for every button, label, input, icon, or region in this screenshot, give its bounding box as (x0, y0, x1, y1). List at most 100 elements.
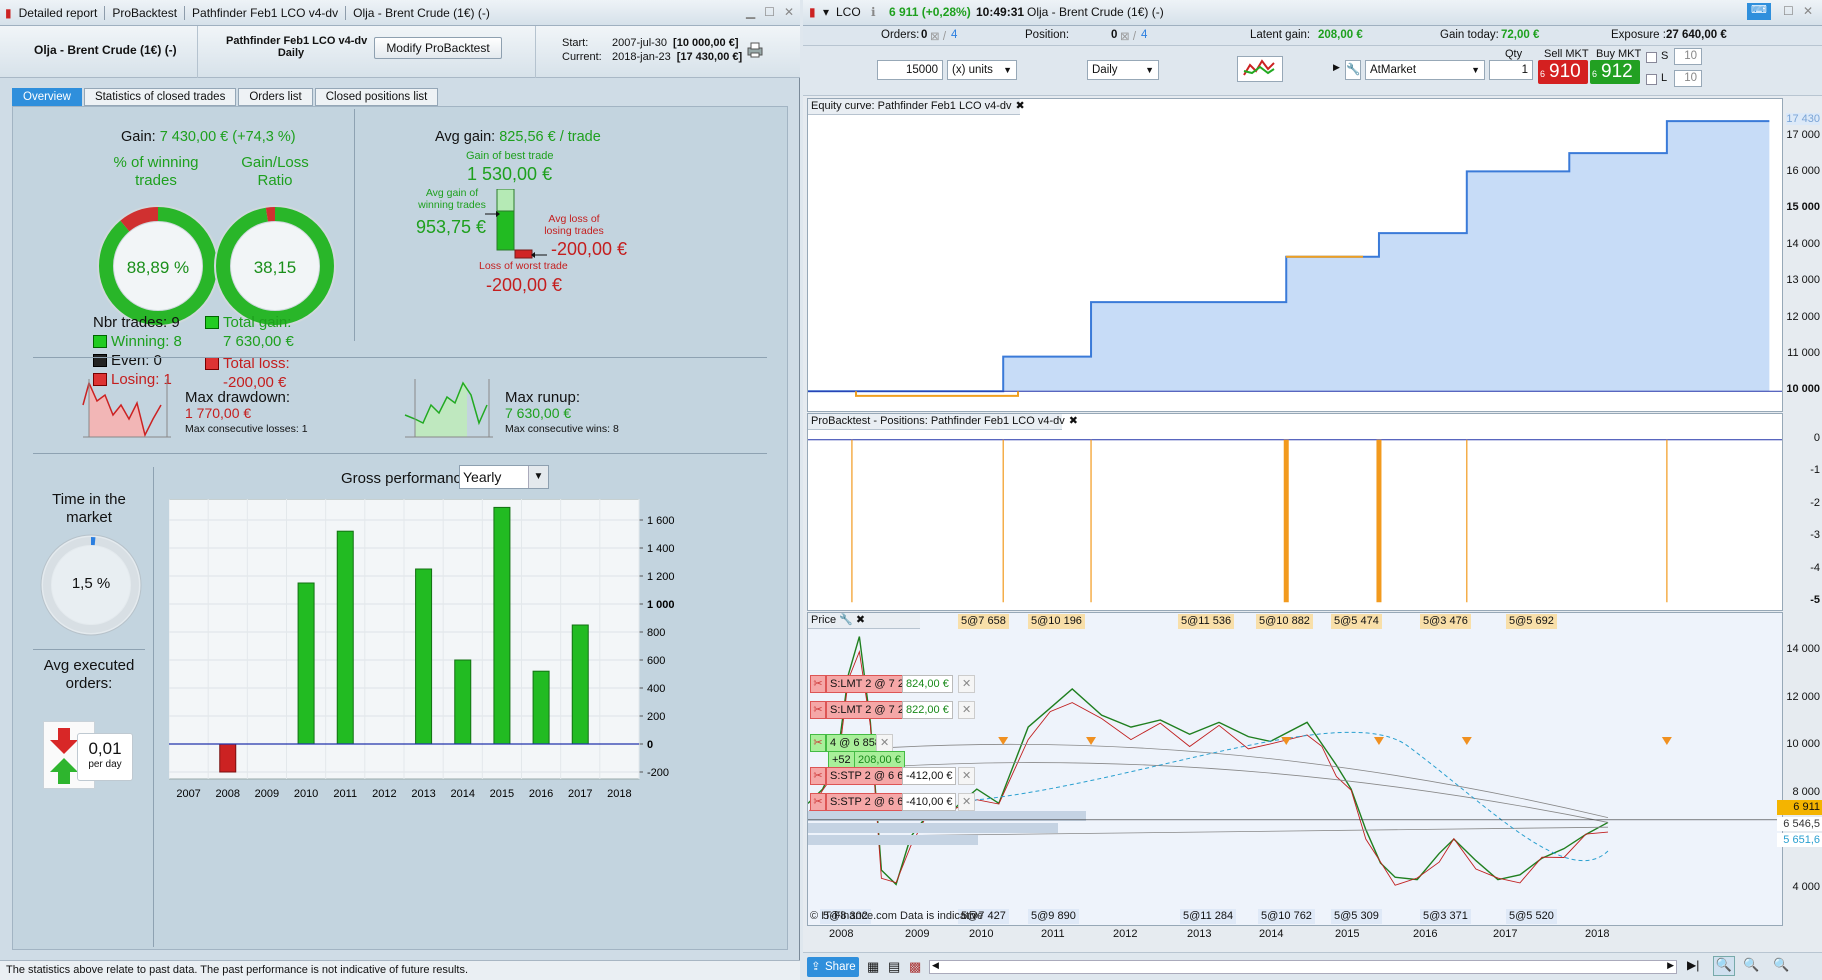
positions-tick-label: 0 (1813, 431, 1820, 444)
chevron-down-icon[interactable]: ▼ (1471, 61, 1480, 79)
ma-fast-tag: 5 651,6 (1777, 833, 1822, 847)
chevron-right-icon[interactable]: ▶ (1333, 62, 1340, 73)
close-icon[interactable]: ✕ (1803, 4, 1813, 18)
chevron-down-icon[interactable]: ▼ (528, 466, 548, 488)
positions-pane: ProBacktest - Positions: Pathfinder Feb1… (807, 413, 1783, 611)
tab-overview[interactable]: Overview (12, 88, 82, 106)
sell-price-prefix: 6 (1540, 69, 1546, 79)
year-tick-label: 2008 (829, 928, 854, 940)
close-icon[interactable]: ✖ (1016, 100, 1025, 112)
drawing-tools-icon[interactable]: ▦ (867, 959, 879, 975)
even-count: Even: 0 (111, 352, 162, 369)
maximize-icon[interactable]: ☐ (1783, 4, 1794, 18)
maximize-icon[interactable]: ☐ (764, 5, 775, 19)
buy-price-prefix: 6 (1592, 69, 1598, 79)
buy-market-button[interactable]: 6 912 (1590, 60, 1640, 84)
drawdown-thumbnail (82, 379, 171, 438)
wrench-icon[interactable]: 🔧 (839, 614, 853, 626)
tab-system-name[interactable]: Pathfinder Feb1 LCO v4-dv (185, 6, 345, 20)
report-subtabs: Overview Statistics of closed trades Ord… (12, 88, 439, 106)
detailed-report-window: ▮ Detailed report ProBacktest Pathfinder… (0, 0, 800, 980)
equity-tick-label: 13 000 (1786, 274, 1820, 287)
modify-probacktest-button[interactable]: Modify ProBacktest (374, 37, 502, 59)
chevron-down-icon[interactable]: ▼ (1145, 61, 1154, 79)
position-bar (1002, 439, 1004, 603)
equity-tick-label: 17 000 (1786, 128, 1820, 141)
tab-closed-positions[interactable]: Closed positions list (314, 88, 439, 106)
zoom-select-icon[interactable]: 🔍 (1713, 956, 1735, 976)
horizontal-scrollbar[interactable]: ◀ ▶ (929, 960, 1677, 974)
sell-market-button[interactable]: 6 910 (1538, 60, 1588, 84)
current-label: Current: (562, 51, 602, 63)
wrench-icon[interactable]: 🔧 (1345, 60, 1361, 80)
ratio-label: Gain/Loss (241, 154, 309, 171)
table-icon[interactable]: ▤ (888, 959, 900, 975)
y-tick-label: 1 600 (647, 515, 675, 527)
year-tick-label: 2015 (1335, 928, 1360, 940)
position-value: 0 (1111, 29, 1118, 41)
qty-input[interactable]: 1 (1489, 60, 1533, 80)
symbol[interactable]: LCO (836, 5, 861, 19)
report-icon: ▮ (5, 5, 12, 20)
position-count[interactable]: 4 (1141, 29, 1147, 41)
layers-icon[interactable]: ▩ (909, 959, 921, 975)
tab-probacktest[interactable]: ProBacktest (105, 6, 184, 20)
limit-checkbox[interactable] (1646, 74, 1657, 85)
share-button[interactable]: ⇪ Share (807, 957, 859, 977)
info-icon[interactable]: ℹ (871, 5, 876, 19)
limit-input[interactable]: 10 (1674, 70, 1702, 87)
runup-thumbnail (404, 379, 493, 438)
chevron-down-icon[interactable]: ▾ (823, 5, 829, 19)
best-trade-value: 1 530,00 € (467, 164, 553, 184)
order-type-select[interactable]: AtMarket ▼ (1365, 60, 1485, 80)
x-tick-label: 2009 (255, 788, 279, 800)
stop-checkbox[interactable] (1646, 52, 1657, 63)
print-icon[interactable] (746, 42, 764, 58)
avg-win-label-2: winning trades (418, 199, 486, 211)
position-bar (1466, 439, 1468, 603)
tab-detailed-report[interactable]: Detailed report (12, 6, 105, 20)
bar-2013 (415, 568, 433, 745)
position-bar (1090, 439, 1092, 603)
max-drawdown-label: Max drawdown: (185, 389, 291, 406)
entry-arrow (998, 737, 1009, 745)
trade-entry-label: 5@10 882 (1256, 614, 1313, 629)
timeframe-select[interactable]: Daily ▼ (1087, 60, 1159, 80)
indicators-icon[interactable] (1237, 56, 1283, 82)
chart-title-bar: ▮ ▾ LCO ℹ 6 911 (+0,28%) 10:49:31 Olja -… (803, 0, 1822, 26)
entry-arrow (1373, 737, 1384, 745)
chevron-down-icon[interactable]: ▼ (1003, 61, 1012, 79)
zoom-in-icon[interactable]: 🔍 (1773, 957, 1789, 973)
keyboard-icon[interactable]: ⌨ (1747, 3, 1771, 20)
chevron-left-icon[interactable]: ◀ (932, 960, 939, 971)
price-tick-label: 12 000 (1786, 690, 1820, 703)
bar-2016 (532, 670, 550, 745)
scroll-end-icon[interactable]: ▶| (1687, 958, 1699, 972)
tab-instrument[interactable]: Olja - Brent Crude (1€) (-) (346, 6, 497, 20)
chart-icon: ▮ (809, 5, 816, 19)
tab-statistics[interactable]: Statistics of closed trades (83, 88, 237, 106)
period-select[interactable]: Yearly ▼ (459, 465, 549, 489)
chevron-right-icon[interactable]: ▶ (1667, 960, 1674, 971)
avg-gain-label: Avg gain: (435, 129, 496, 145)
y-tick-label: 0 (647, 739, 653, 751)
instrument-title: Olja - Brent Crude (1€) (-) (1027, 5, 1164, 19)
quantity-units-input[interactable]: 15000 (877, 60, 943, 80)
zoom-out-icon[interactable]: 🔍 (1743, 957, 1759, 973)
close-icon[interactable]: ✕ (784, 5, 794, 19)
year-tick-label: 2018 (1585, 928, 1610, 940)
minimize-icon[interactable]: ▁ (746, 5, 755, 19)
order-chip-value: 822,00 € (902, 701, 953, 719)
year-tick-label: 2010 (969, 928, 994, 940)
ma-slow-tag: 6 546,5 (1777, 817, 1822, 831)
entry-arrow (1461, 737, 1472, 745)
trade-entry-label: 5@7 658 (958, 614, 1009, 629)
close-icon[interactable]: ✖ (1069, 415, 1078, 427)
close-icon[interactable]: ✖ (856, 614, 865, 626)
system-period: Daily (277, 47, 305, 59)
tab-orders-list[interactable]: Orders list (238, 88, 313, 106)
stop-input[interactable]: 10 (1674, 48, 1702, 65)
units-select[interactable]: (x) units ▼ (947, 60, 1017, 80)
orders-count[interactable]: 4 (951, 29, 957, 41)
avg-loss-label-2: losing trades (544, 225, 604, 237)
